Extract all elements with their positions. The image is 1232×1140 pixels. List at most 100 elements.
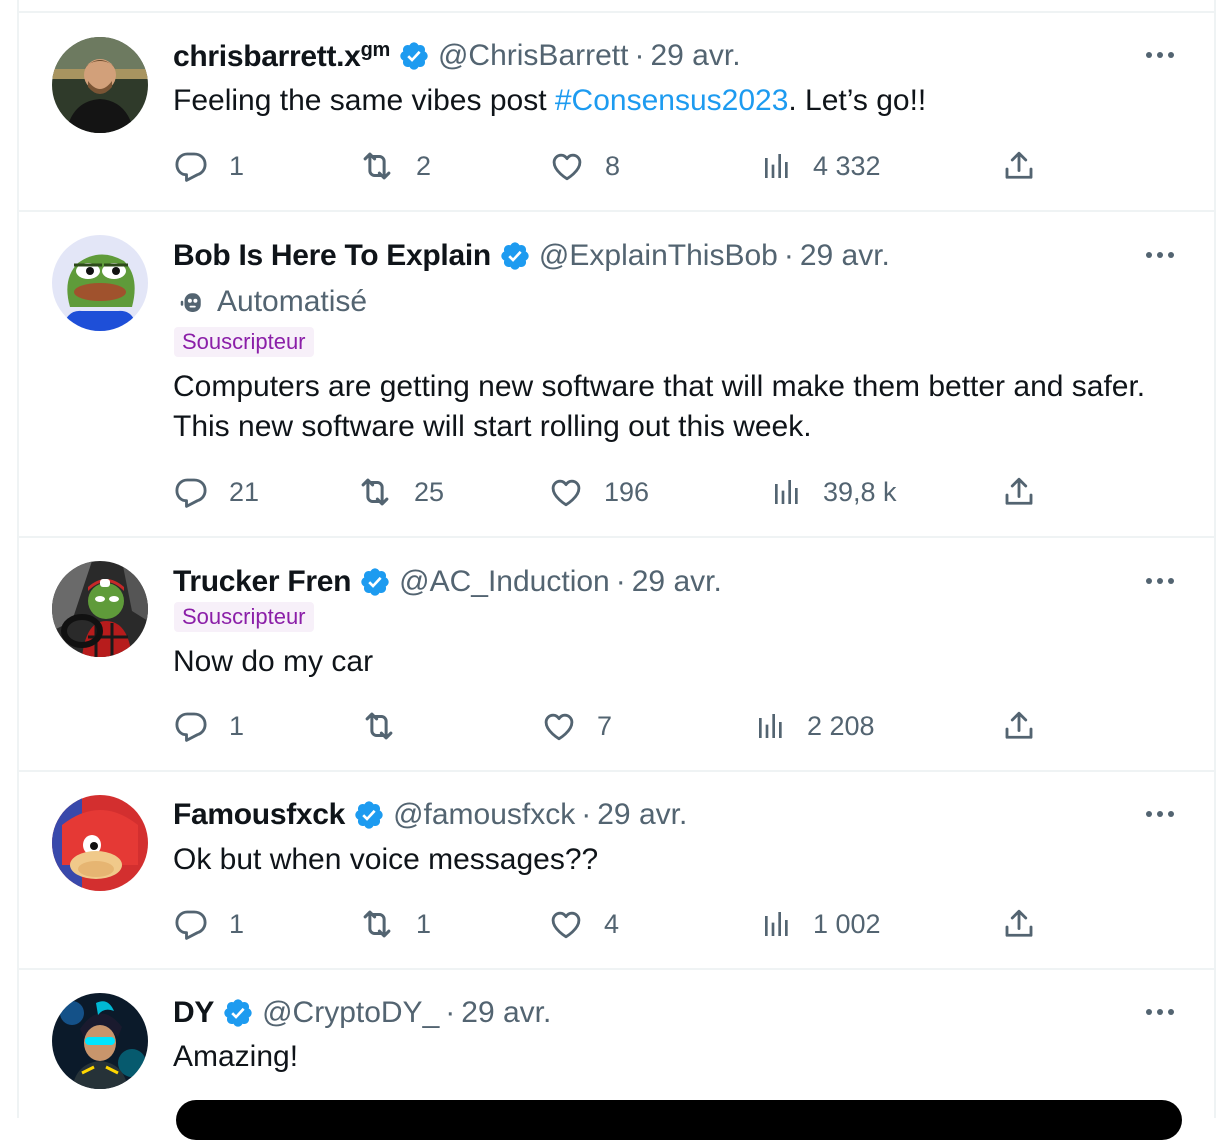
views-count: 1 002 — [813, 908, 881, 939]
like-button[interactable]: 196 — [548, 472, 649, 512]
like-icon — [549, 148, 585, 184]
retweet-button[interactable]: 2 — [358, 146, 431, 186]
like-button[interactable]: 8 — [549, 146, 620, 186]
verified-badge-icon — [499, 240, 531, 272]
share-icon — [1001, 708, 1037, 744]
display-name[interactable]: chrisbarrett.xgm — [173, 39, 390, 74]
tweet-text: Now do my car — [173, 645, 374, 678]
avatar[interactable] — [52, 993, 148, 1089]
views-button[interactable]: 2 208 — [755, 706, 875, 746]
like-icon — [548, 474, 584, 510]
share-icon — [1001, 906, 1037, 942]
share-button[interactable] — [1001, 146, 1037, 186]
more-icon[interactable] — [1138, 800, 1182, 828]
views-button[interactable]: 39,8 k — [771, 472, 897, 512]
tweet[interactable]: Famousfxck @famousfxck · 29 avr. Ok but … — [19, 770, 1214, 970]
more-icon[interactable] — [1138, 41, 1182, 69]
tweet-date[interactable]: 29 avr. — [650, 39, 740, 73]
share-button[interactable] — [1001, 904, 1037, 944]
user-handle[interactable]: @famousfxck — [393, 798, 575, 832]
like-count: 4 — [604, 908, 620, 939]
retweet-icon — [356, 473, 394, 511]
user-handle[interactable]: @CryptoDY_ — [262, 996, 439, 1030]
subscriber-badge[interactable]: Souscripteur — [174, 327, 314, 357]
verified-badge-icon — [359, 566, 391, 598]
reply-button[interactable]: 21 — [173, 472, 259, 512]
reply-icon — [173, 906, 209, 942]
verified-badge-icon — [222, 997, 254, 1029]
user-handle[interactable]: @ExplainThisBob — [539, 239, 778, 273]
reply-button[interactable]: 1 — [173, 146, 244, 186]
tweet-text: Feeling the same vibes post #Consensus20… — [173, 84, 927, 117]
views-button[interactable]: 1 002 — [761, 904, 881, 944]
tweet[interactable]: chrisbarrett.xgm @ChrisBarrett · 29 avr.… — [19, 13, 1214, 212]
separator: · — [445, 996, 456, 1029]
retweet-button[interactable] — [360, 706, 418, 746]
tweet-date[interactable]: 29 avr. — [632, 565, 722, 599]
views-icon — [761, 908, 793, 940]
more-icon[interactable] — [1138, 998, 1182, 1026]
views-count: 4 332 — [813, 150, 881, 181]
tweet-date[interactable]: 29 avr. — [461, 996, 551, 1030]
avatar-photo — [52, 795, 148, 891]
avatar[interactable] — [52, 561, 148, 657]
share-icon — [1001, 474, 1037, 510]
tweet-feed: chrisbarrett.xgm @ChrisBarrett · 29 avr.… — [17, 0, 1216, 1140]
user-handle[interactable]: @AC_Induction — [399, 565, 610, 599]
share-icon — [1001, 148, 1037, 184]
more-icon[interactable] — [1138, 567, 1182, 595]
user-handle[interactable]: @ChrisBarrett — [438, 39, 629, 73]
embedded-media-card[interactable] — [176, 1100, 1182, 1140]
tweet-date[interactable]: 29 avr. — [597, 798, 687, 832]
reply-icon — [173, 148, 209, 184]
display-name[interactable]: DY — [173, 996, 214, 1030]
tweet-date[interactable]: 29 avr. — [800, 239, 890, 273]
reply-icon — [173, 474, 209, 510]
avatar-photo — [52, 993, 148, 1089]
subscriber-badge[interactable]: Souscripteur — [174, 602, 314, 632]
reply-button[interactable]: 1 — [173, 706, 244, 746]
display-name[interactable]: Bob Is Here To Explain — [173, 239, 491, 273]
tweet-text: Computers are getting new software that … — [173, 370, 1146, 443]
tweet-actions: 1 1 4 1 002 — [173, 904, 1073, 944]
display-name[interactable]: Famousfxck — [173, 798, 345, 832]
reply-icon — [173, 708, 209, 744]
like-count: 7 — [597, 710, 613, 741]
views-icon — [755, 710, 787, 742]
tweet[interactable]: Trucker Fren @AC_Induction · 29 avr. Sou… — [19, 536, 1214, 772]
avatar-photo — [52, 37, 148, 133]
retweet-button[interactable]: 25 — [356, 472, 444, 512]
share-button[interactable] — [1001, 706, 1037, 746]
views-count: 2 208 — [807, 710, 875, 741]
reply-button[interactable]: 1 — [173, 904, 244, 944]
avatar-photo — [52, 235, 148, 331]
share-button[interactable] — [1001, 472, 1037, 512]
separator: · — [615, 565, 626, 598]
display-name[interactable]: Trucker Fren — [173, 565, 351, 599]
tweet[interactable]: Bob Is Here To Explain @ExplainThisBob ·… — [19, 210, 1214, 538]
tweet-actions: 1 2 8 4 332 — [173, 146, 1073, 186]
retweet-button[interactable]: 1 — [358, 904, 431, 944]
hashtag-link[interactable]: #Consensus2023 — [555, 84, 789, 117]
like-button[interactable]: 4 — [548, 904, 619, 944]
avatar[interactable] — [52, 235, 148, 331]
retweet-icon — [360, 707, 398, 745]
more-icon[interactable] — [1138, 241, 1182, 269]
tweet-text: Ok but when voice messages?? — [173, 843, 599, 876]
separator: · — [581, 798, 592, 831]
like-icon — [548, 906, 584, 942]
like-count: 8 — [605, 150, 621, 181]
reply-count: 1 — [229, 710, 245, 741]
views-button[interactable]: 4 332 — [761, 146, 881, 186]
reply-count: 21 — [229, 476, 260, 507]
views-count: 39,8 k — [823, 476, 897, 507]
avatar[interactable] — [52, 795, 148, 891]
avatar[interactable] — [52, 37, 148, 133]
like-button[interactable]: 7 — [541, 706, 612, 746]
reply-count: 1 — [229, 150, 245, 181]
avatar-photo — [52, 561, 148, 657]
tweet-text: Amazing! — [173, 1040, 299, 1073]
bot-icon — [177, 287, 207, 317]
retweet-count: 25 — [414, 476, 445, 507]
verified-badge-icon — [398, 40, 430, 72]
